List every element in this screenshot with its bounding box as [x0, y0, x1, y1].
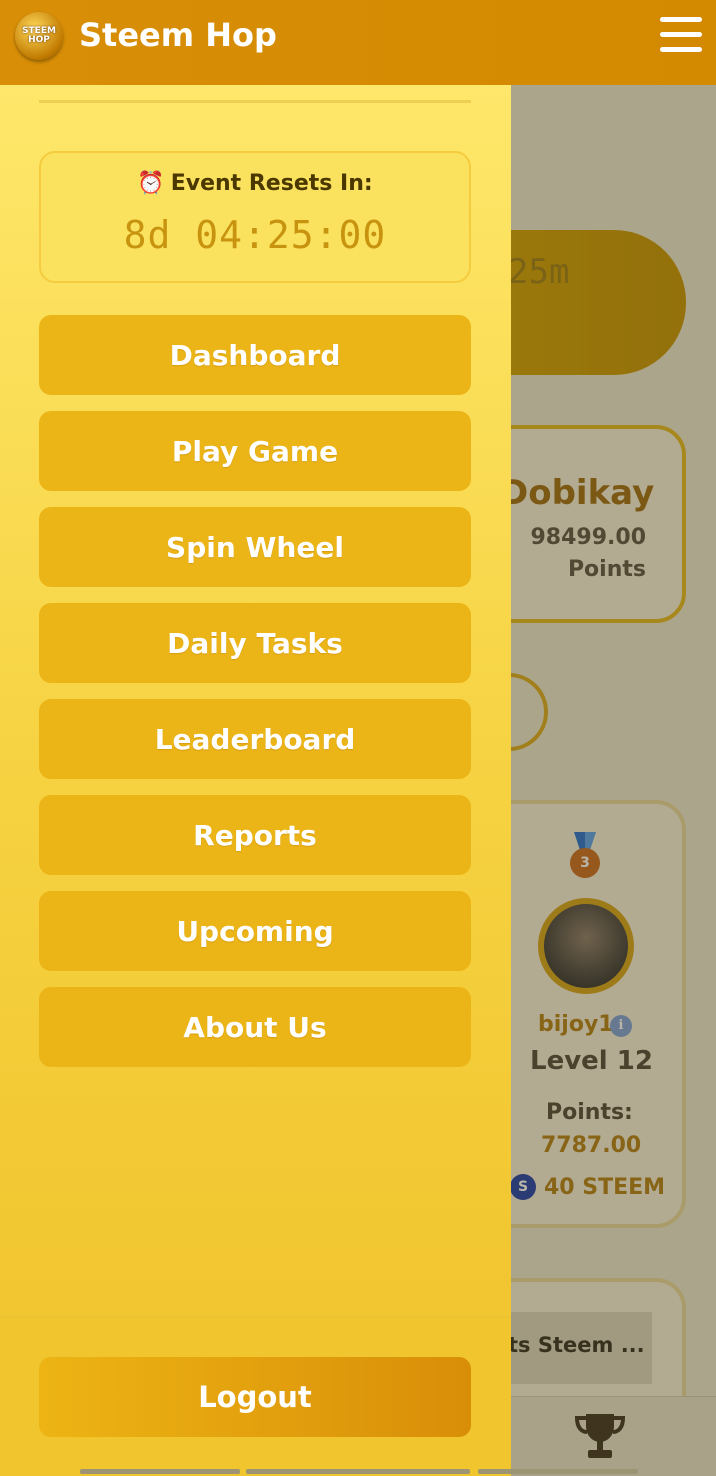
- menu-about-us-button[interactable]: About Us: [39, 987, 471, 1067]
- app-header: STEEM HOP Steem Hop: [0, 0, 716, 85]
- menu-play-game-button[interactable]: Play Game: [39, 411, 471, 491]
- alarm-clock-icon: ⏰: [137, 171, 165, 196]
- event-reset-box: ⏰ Event Resets In: 8d 04:25:00: [39, 151, 471, 283]
- event-reset-label-row: ⏰ Event Resets In:: [41, 171, 469, 196]
- hamburger-menu-icon[interactable]: [660, 17, 702, 53]
- menu-daily-tasks-button[interactable]: Daily Tasks: [39, 603, 471, 683]
- drawer-footer: Logout: [0, 1316, 511, 1476]
- app-title: Steem Hop: [79, 16, 277, 54]
- gesture-bar-segment: [478, 1469, 638, 1474]
- app-logo[interactable]: STEEM HOP: [15, 12, 63, 60]
- gesture-bar-segment: [246, 1469, 470, 1474]
- side-drawer: ⏰ Event Resets In: 8d 04:25:00 Dashboard…: [0, 85, 511, 1476]
- logout-button[interactable]: Logout: [39, 1357, 471, 1437]
- menu-reports-button[interactable]: Reports: [39, 795, 471, 875]
- menu-leaderboard-button[interactable]: Leaderboard: [39, 699, 471, 779]
- logo-text: STEEM HOP: [22, 26, 56, 45]
- drawer-divider: [39, 100, 471, 103]
- event-reset-timer: 8d 04:25:00: [123, 213, 387, 257]
- menu-upcoming-button[interactable]: Upcoming: [39, 891, 471, 971]
- menu-dashboard-button[interactable]: Dashboard: [39, 315, 471, 395]
- event-reset-label: Event Resets In:: [170, 171, 373, 196]
- gesture-bar-segment: [80, 1469, 240, 1474]
- menu-spin-wheel-button[interactable]: Spin Wheel: [39, 507, 471, 587]
